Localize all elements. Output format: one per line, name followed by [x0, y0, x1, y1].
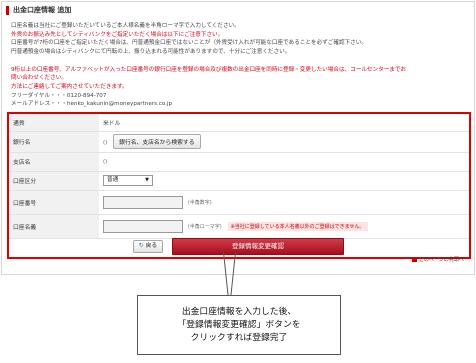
account-type-select[interactable]: 普通 ▼: [103, 175, 153, 186]
notice-line-8: 方法にご連絡してご案内させていただきます。: [11, 83, 128, 90]
back-to-top-label: このページの先頭へ: [419, 257, 464, 263]
account-holder-hint: (半角ローマ字): [187, 223, 222, 230]
notice-email: メールアドレス・・・henko_kakunin@moneypartners.co…: [11, 101, 173, 108]
notice-line-3: 口座番号が7桁の口座をご指定いただく場合は、円普通預金口座ではないことが（外貨受…: [11, 40, 367, 47]
back-arrow-icon: ↻: [138, 243, 144, 249]
form-row-currency: 通貨 米ドル: [9, 114, 469, 132]
notice-line-4: 円普通預金の場合はシティバンクにて円転の上、振り込まれる可能性がありますので、十…: [11, 49, 291, 56]
account-type-cell: 普通 ▼: [99, 171, 469, 191]
callout-line-1: 出金口座情報を入力した後、: [181, 306, 297, 317]
account-number-cell: (半角数字): [99, 190, 469, 215]
form-row-account-number: 口座番号 (半角数字): [9, 190, 469, 215]
account-holder-cell: (半角ローマ字) ※当社に登録している本人名義以外のご登録はできません。: [99, 214, 469, 239]
back-button-label: 戻る: [145, 243, 158, 249]
label-branch: 支店名: [9, 152, 99, 172]
form-highlight: 通貨 米ドル 銀行名 () 銀行名、支店名から検索する 支店名 () 口座区分 …: [7, 112, 471, 259]
callout-line-2: 「登録情報変更確認」ボタンを: [177, 319, 301, 330]
form-row-account-holder: 口座名義 (半角ローマ字) ※当社に登録している本人名義以外のご登録はできません…: [9, 214, 469, 239]
bank-cell: () 銀行名、支店名から検索する: [99, 131, 469, 153]
label-currency: 通貨: [9, 114, 99, 132]
form-row-bank: 銀行名 () 銀行名、支店名から検索する: [9, 131, 469, 153]
account-type-selected: 普通: [107, 177, 119, 183]
account-form: 通貨 米ドル 銀行名 () 銀行名、支店名から検索する 支店名 () 口座区分 …: [9, 114, 469, 239]
label-account-number: 口座番号: [9, 190, 99, 215]
back-to-top-link[interactable]: このページの先頭へ: [412, 256, 464, 263]
notice-spacer: [11, 57, 466, 66]
bank-search-button[interactable]: 銀行名、支店名から検索する: [113, 134, 201, 149]
square-bullet-icon: [412, 257, 417, 262]
form-row-branch: 支店名 (): [9, 152, 469, 172]
confirm-registration-button[interactable]: 登録情報変更確認: [172, 238, 344, 255]
account-number-hint: (半角数字): [187, 199, 212, 206]
branch-cell: (): [99, 152, 469, 172]
branch-name-value: (): [103, 158, 108, 165]
callout-line-3: クリックすれば登録完了: [190, 332, 288, 343]
notice-block: 口座名義は当社にご登録いただいているご本人様名義を半角ローマ字で入力してください…: [11, 22, 466, 109]
label-bank: 銀行名: [9, 131, 99, 153]
form-row-account-type: 口座区分 普通 ▼: [9, 171, 469, 191]
notice-line-2: 外貨のお振込み先としてシティバンクをご指定いただく場合は以下にご注意下さい。: [11, 31, 224, 38]
label-account-holder: 口座名義: [9, 214, 99, 239]
notice-line-7: 問い合わせください。: [11, 75, 67, 82]
instruction-callout: 出金口座情報を入力した後、 「登録情報変更確認」ボタンを クリックすれば登録完了: [137, 295, 341, 355]
notice-line-1: 口座名義は当社にご登録いただいているご本人様名義を半角ローマ字で入力してください…: [11, 23, 240, 29]
account-number-input[interactable]: [103, 195, 183, 209]
chevron-down-icon: ▼: [145, 177, 149, 183]
back-button[interactable]: ↻ 戻る: [133, 240, 163, 253]
notice-phone: フリーダイヤル・・・0120-894-707: [11, 92, 107, 99]
label-account-type: 口座区分: [9, 171, 99, 191]
account-holder-warning: ※当社に登録している本人名義以外のご登録はできません。: [227, 221, 368, 231]
page-title: 出金口座情報 追加: [6, 6, 71, 15]
bank-name-value: (): [103, 140, 108, 146]
notice-line-6: 9桁以上の口座番号、アルファベットが入った口座番号の銀行口座を登録の場合及び複数…: [11, 66, 407, 73]
account-holder-input[interactable]: [103, 219, 183, 233]
currency-value: 米ドル: [99, 114, 469, 132]
